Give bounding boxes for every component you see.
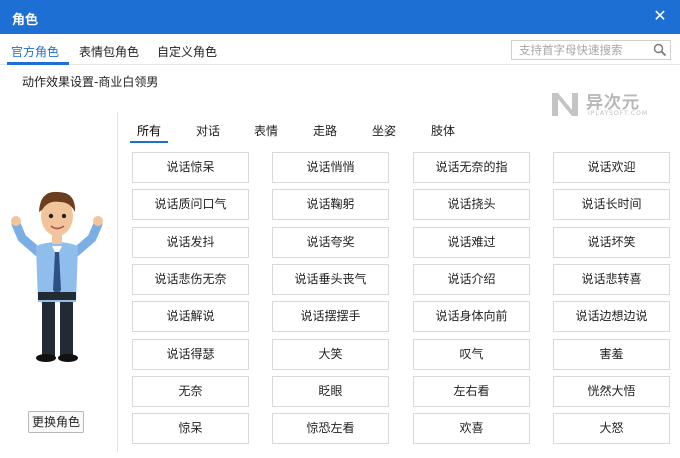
action-button[interactable]: 说话坏笑 bbox=[553, 227, 670, 258]
action-button[interactable]: 说话边想边说 bbox=[553, 301, 670, 332]
action-button[interactable]: 无奈 bbox=[132, 376, 249, 407]
window-title: 角色 bbox=[12, 13, 39, 28]
action-button[interactable]: 眨眼 bbox=[272, 376, 389, 407]
action-button[interactable]: 大怒 bbox=[553, 413, 670, 444]
page-subtitle: 动作效果设置-商业白领男 bbox=[22, 75, 159, 89]
tab-official-roles[interactable]: 官方角色 bbox=[11, 43, 59, 60]
category-tab-sit[interactable]: 坐姿 bbox=[372, 122, 396, 139]
category-tab-body[interactable]: 肢体 bbox=[431, 122, 455, 139]
action-button[interactable]: 大笑 bbox=[272, 339, 389, 370]
action-button[interactable]: 害羞 bbox=[553, 339, 670, 370]
action-button[interactable]: 说话长时间 bbox=[553, 189, 670, 220]
action-button[interactable]: 说话身体向前 bbox=[413, 301, 530, 332]
action-button[interactable]: 说话发抖 bbox=[132, 227, 249, 258]
action-button[interactable]: 说话难过 bbox=[413, 227, 530, 258]
action-button[interactable]: 说话垂头丧气 bbox=[272, 264, 389, 295]
action-button[interactable]: 恍然大悟 bbox=[553, 376, 670, 407]
active-category-indicator bbox=[130, 141, 168, 143]
title-bar: 角色 ✕ bbox=[0, 0, 680, 34]
action-button[interactable]: 说话质问口气 bbox=[132, 189, 249, 220]
action-button[interactable]: 说话夸奖 bbox=[272, 227, 389, 258]
character-avatar bbox=[11, 191, 103, 362]
action-button[interactable]: 说话摆摆手 bbox=[272, 301, 389, 332]
tab-emoji-roles[interactable]: 表情包角色 bbox=[79, 43, 139, 60]
active-tab-indicator bbox=[7, 62, 69, 65]
action-button[interactable]: 惊恐左看 bbox=[272, 413, 389, 444]
watermark-logo: 异次元 IPLAYSOFT.COM bbox=[550, 88, 665, 122]
action-button[interactable]: 惊呆 bbox=[132, 413, 249, 444]
logo-mark-icon bbox=[552, 93, 578, 116]
action-button[interactable]: 说话悲伤无奈 bbox=[132, 264, 249, 295]
logo-subtext: IPLAYSOFT.COM bbox=[588, 110, 648, 117]
action-button[interactable]: 说话得瑟 bbox=[132, 339, 249, 370]
action-button[interactable]: 说话鞠躬 bbox=[272, 189, 389, 220]
action-button[interactable]: 说话惊呆 bbox=[132, 152, 249, 183]
category-tab-expression[interactable]: 表情 bbox=[254, 122, 278, 139]
category-tab-walk[interactable]: 走路 bbox=[313, 122, 337, 139]
action-button[interactable]: 说话欢迎 bbox=[553, 152, 670, 183]
search-input[interactable] bbox=[512, 41, 648, 59]
category-tab-all[interactable]: 所有 bbox=[137, 122, 161, 139]
action-button[interactable]: 叹气 bbox=[413, 339, 530, 370]
tab-custom-roles[interactable]: 自定义角色 bbox=[157, 43, 217, 60]
search-icon[interactable] bbox=[653, 43, 667, 57]
category-tab-dialogue[interactable]: 对话 bbox=[196, 122, 220, 139]
action-button[interactable]: 说话解说 bbox=[132, 301, 249, 332]
action-button[interactable]: 说话挠头 bbox=[413, 189, 530, 220]
action-button[interactable]: 说话悲转喜 bbox=[553, 264, 670, 295]
search-box bbox=[511, 40, 671, 60]
action-button[interactable]: 左右看 bbox=[413, 376, 530, 407]
close-icon[interactable]: ✕ bbox=[650, 6, 670, 26]
action-button[interactable]: 欢喜 bbox=[413, 413, 530, 444]
action-button[interactable]: 说话介绍 bbox=[413, 264, 530, 295]
action-button[interactable]: 说话无奈的指 bbox=[413, 152, 530, 183]
change-role-button[interactable]: 更换角色 bbox=[28, 411, 84, 433]
panel-divider bbox=[117, 112, 118, 452]
action-button[interactable]: 说话悄悄 bbox=[272, 152, 389, 183]
